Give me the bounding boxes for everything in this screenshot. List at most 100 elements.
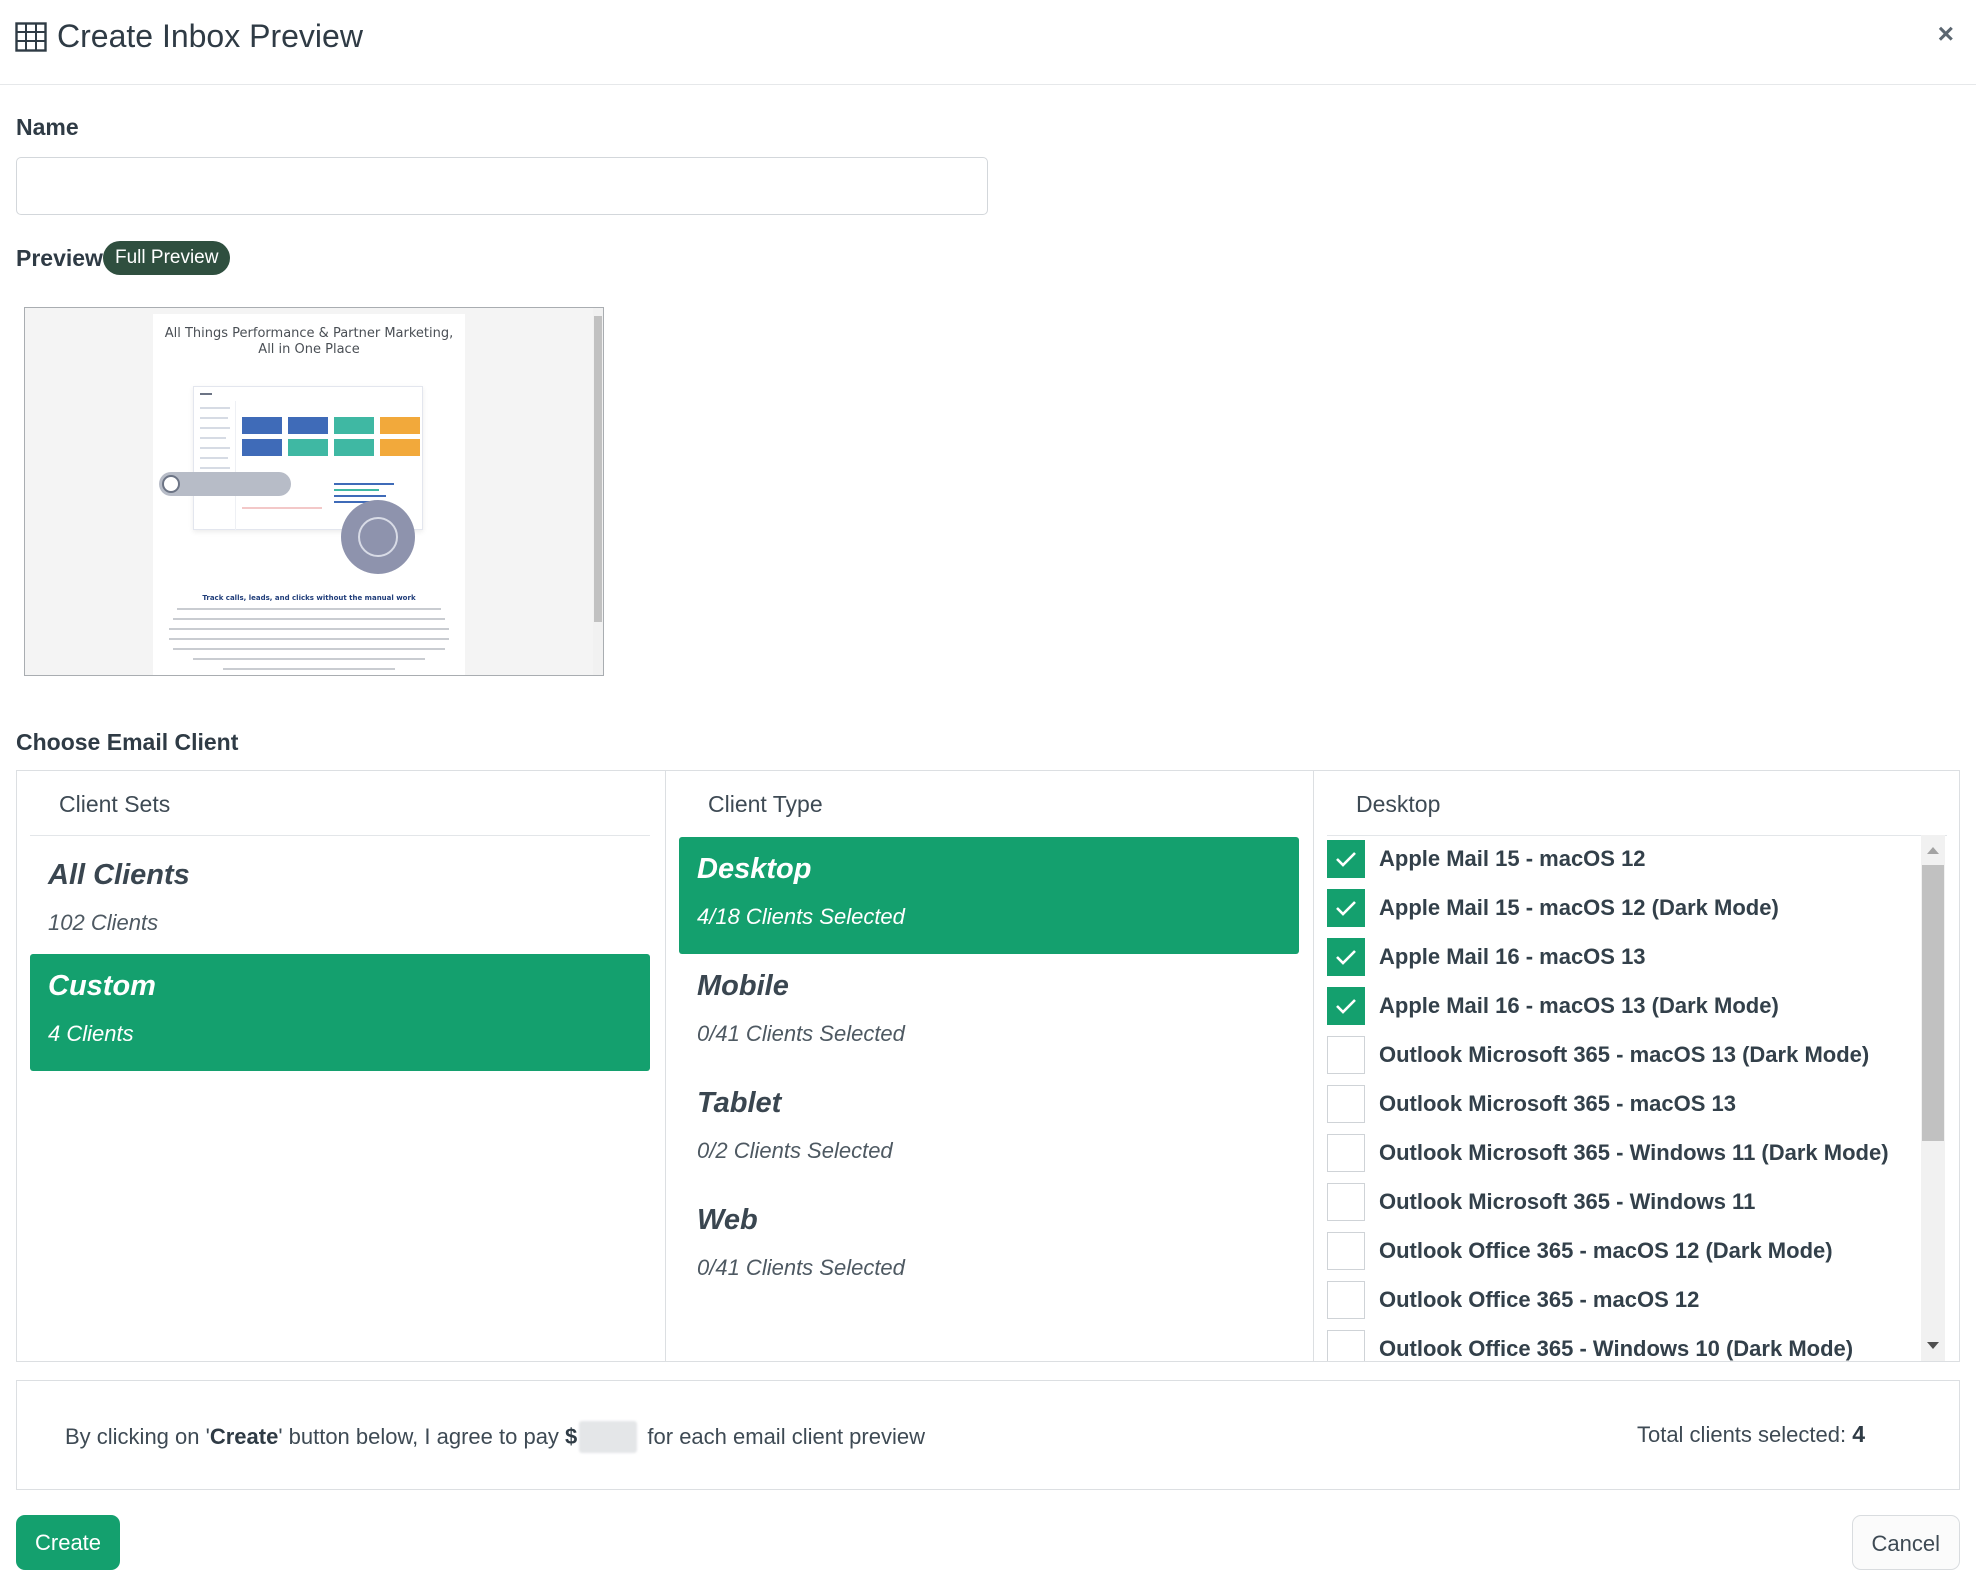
client-checkbox-row[interactable]: Outlook Microsoft 365 - macOS 13 (Dark M…	[1327, 1035, 1869, 1075]
conversion-callout	[159, 472, 291, 496]
dialog-title-wrap: Create Inbox Preview	[15, 18, 363, 55]
name-input[interactable]	[16, 157, 988, 215]
client-label[interactable]: Apple Mail 16 - macOS 13 (Dark Mode)	[1379, 993, 1779, 1019]
choose-email-client-label: Choose Email Client	[16, 729, 239, 755]
desktop-clients-header: Desktop	[1356, 791, 1441, 817]
client-set-title: Custom	[48, 970, 156, 1002]
client-type-selected-count: 0/41 Clients Selected	[697, 1255, 905, 1280]
total-label: Total clients selected:	[1636, 1422, 1847, 1447]
agree-prefix: By clicking on '	[65, 1424, 210, 1449]
total-clients-selected: Total clients selected: 4	[1637, 1421, 1865, 1448]
checkbox-unchecked[interactable]	[1327, 1232, 1365, 1270]
checkmark-icon	[1336, 999, 1356, 1014]
checkbox-checked[interactable]	[1327, 840, 1365, 878]
checkbox-checked[interactable]	[1327, 938, 1365, 976]
pie-chart-graphic	[341, 500, 415, 574]
cancel-button[interactable]: Cancel	[1851, 1515, 1960, 1570]
checkbox-checked[interactable]	[1327, 987, 1365, 1025]
email-headline: All Things Performance & Partner Marketi…	[153, 326, 465, 358]
client-set-count: 102 Clients	[48, 910, 159, 935]
checkbox-unchecked[interactable]	[1327, 1036, 1365, 1074]
checkbox-unchecked[interactable]	[1327, 1330, 1365, 1361]
client-set-custom[interactable]: Custom 4 Clients	[30, 954, 650, 1071]
scrollbar-thumb[interactable]	[1922, 865, 1944, 1141]
name-label: Name	[16, 114, 79, 140]
mockup-sidebar	[194, 401, 236, 531]
dialog-header: Create Inbox Preview ×	[0, 0, 1976, 85]
agree-middle: ' button below, I agree to pay	[278, 1424, 566, 1449]
total-value: 4	[1852, 1421, 1865, 1447]
client-type-selected-count: 0/41 Clients Selected	[697, 1021, 905, 1046]
email-headline-line-1: All Things Performance & Partner Marketi…	[164, 326, 454, 341]
client-label[interactable]: Outlook Microsoft 365 - Windows 11 (Dark…	[1379, 1140, 1889, 1166]
preview-scrollbar[interactable]	[593, 308, 603, 675]
client-checkbox-row[interactable]: Apple Mail 16 - macOS 13 (Dark Mode)	[1327, 986, 1779, 1026]
client-type-header: Client Type	[708, 791, 823, 817]
client-checkbox-row[interactable]: Outlook Office 365 - macOS 12	[1327, 1280, 1699, 1320]
client-set-title: All Clients	[48, 859, 190, 891]
price-currency: $	[565, 1424, 578, 1449]
pricing-summary: By clicking on ' Create ' button below, …	[16, 1380, 1960, 1490]
checkbox-unchecked[interactable]	[1327, 1183, 1365, 1221]
client-label[interactable]: Apple Mail 16 - macOS 13	[1379, 944, 1646, 970]
client-label[interactable]: Outlook Microsoft 365 - Windows 11	[1379, 1189, 1755, 1215]
checkbox-unchecked[interactable]	[1327, 1281, 1365, 1319]
close-icon[interactable]: ×	[1938, 18, 1954, 50]
client-checkbox-row[interactable]: Apple Mail 15 - macOS 12	[1327, 839, 1646, 879]
client-type-web[interactable]: Web 0/41 Clients Selected	[679, 1188, 1299, 1305]
clients-list-scrollbar[interactable]	[1921, 835, 1945, 1361]
checkmark-icon	[1336, 901, 1356, 916]
client-type-title: Web	[697, 1204, 758, 1236]
create-button[interactable]: Create	[16, 1515, 121, 1570]
client-label[interactable]: Apple Mail 15 - macOS 12	[1379, 846, 1646, 872]
full-preview-badge[interactable]: Full Preview	[103, 241, 231, 275]
client-checkbox-row[interactable]: Apple Mail 16 - macOS 13	[1327, 937, 1646, 977]
client-label[interactable]: Outlook Microsoft 365 - macOS 13	[1379, 1091, 1736, 1117]
client-checkbox-row[interactable]: Outlook Microsoft 365 - macOS 13	[1327, 1084, 1736, 1124]
pricing-agreement-text: By clicking on ' Create ' button below, …	[65, 1421, 925, 1453]
checkmark-icon	[1336, 852, 1356, 867]
client-type-selected-count: 0/2 Clients Selected	[697, 1138, 893, 1163]
client-checkbox-row[interactable]: Outlook Office 365 - macOS 12 (Dark Mode…	[1327, 1231, 1833, 1271]
client-label[interactable]: Outlook Office 365 - Windows 10 (Dark Mo…	[1379, 1336, 1853, 1361]
client-type-mobile[interactable]: Mobile 0/41 Clients Selected	[679, 954, 1299, 1071]
client-set-all-clients[interactable]: All Clients 102 Clients	[30, 843, 650, 960]
email-preview-thumbnail[interactable]: All Things Performance & Partner Marketi…	[24, 307, 604, 676]
checkbox-checked[interactable]	[1327, 889, 1365, 927]
checkmark-icon	[1336, 950, 1356, 965]
client-checkbox-row[interactable]: Outlook Microsoft 365 - Windows 11	[1327, 1182, 1755, 1222]
client-type-title: Tablet	[697, 1087, 782, 1119]
client-label[interactable]: Apple Mail 15 - macOS 12 (Dark Mode)	[1379, 895, 1779, 921]
email-headline-line-2: All in One Place	[258, 342, 360, 357]
agree-button-ref: Create	[209, 1424, 279, 1449]
table-grid-icon	[15, 21, 47, 52]
client-type-title: Desktop	[697, 853, 812, 885]
preview-label: Preview	[16, 245, 103, 271]
email-subhead: Track calls, leads, and clicks without t…	[202, 594, 416, 602]
client-type-tablet[interactable]: Tablet 0/2 Clients Selected	[679, 1071, 1299, 1188]
client-sets-column: Client Sets All Clients 102 Clients Cust…	[17, 771, 665, 1361]
client-label[interactable]: Outlook Office 365 - macOS 12	[1379, 1287, 1699, 1313]
email-preview-content: All Things Performance & Partner Marketi…	[153, 314, 465, 675]
scroll-up-arrow-icon[interactable]	[1927, 847, 1939, 854]
client-label[interactable]: Outlook Microsoft 365 - macOS 13 (Dark M…	[1379, 1042, 1869, 1068]
checkbox-unchecked[interactable]	[1327, 1134, 1365, 1172]
desktop-clients-column: Desktop Apple Mail 15 - macOS 12 Apple Ma…	[1313, 771, 1959, 1361]
client-type-desktop[interactable]: Desktop 4/18 Clients Selected	[679, 837, 1299, 954]
client-type-column: Client Type Desktop 4/18 Clients Selecte…	[665, 771, 1313, 1361]
client-checkbox-row[interactable]: Outlook Office 365 - Windows 10 (Dark Mo…	[1327, 1329, 1853, 1361]
client-type-title: Mobile	[697, 970, 789, 1002]
dialog-title: Create Inbox Preview	[57, 18, 363, 54]
redacted-price	[579, 1421, 638, 1453]
scroll-down-arrow-icon[interactable]	[1927, 1342, 1939, 1349]
client-type-selected-count: 4/18 Clients Selected	[697, 904, 905, 929]
client-checkbox-row[interactable]: Outlook Microsoft 365 - Windows 11 (Dark…	[1327, 1133, 1889, 1173]
client-label[interactable]: Outlook Office 365 - macOS 12 (Dark Mode…	[1379, 1238, 1833, 1264]
client-checkbox-row[interactable]: Apple Mail 15 - macOS 12 (Dark Mode)	[1327, 888, 1779, 928]
email-client-chooser: Client Sets All Clients 102 Clients Cust…	[16, 770, 1960, 1362]
client-sets-header: Client Sets	[59, 791, 171, 817]
checkbox-unchecked[interactable]	[1327, 1085, 1365, 1123]
desktop-clients-list: Apple Mail 15 - macOS 12 Apple Mail 15 - …	[1327, 835, 1917, 1361]
client-set-count: 4 Clients	[48, 1021, 134, 1046]
agree-suffix: for each email client preview	[641, 1424, 925, 1449]
